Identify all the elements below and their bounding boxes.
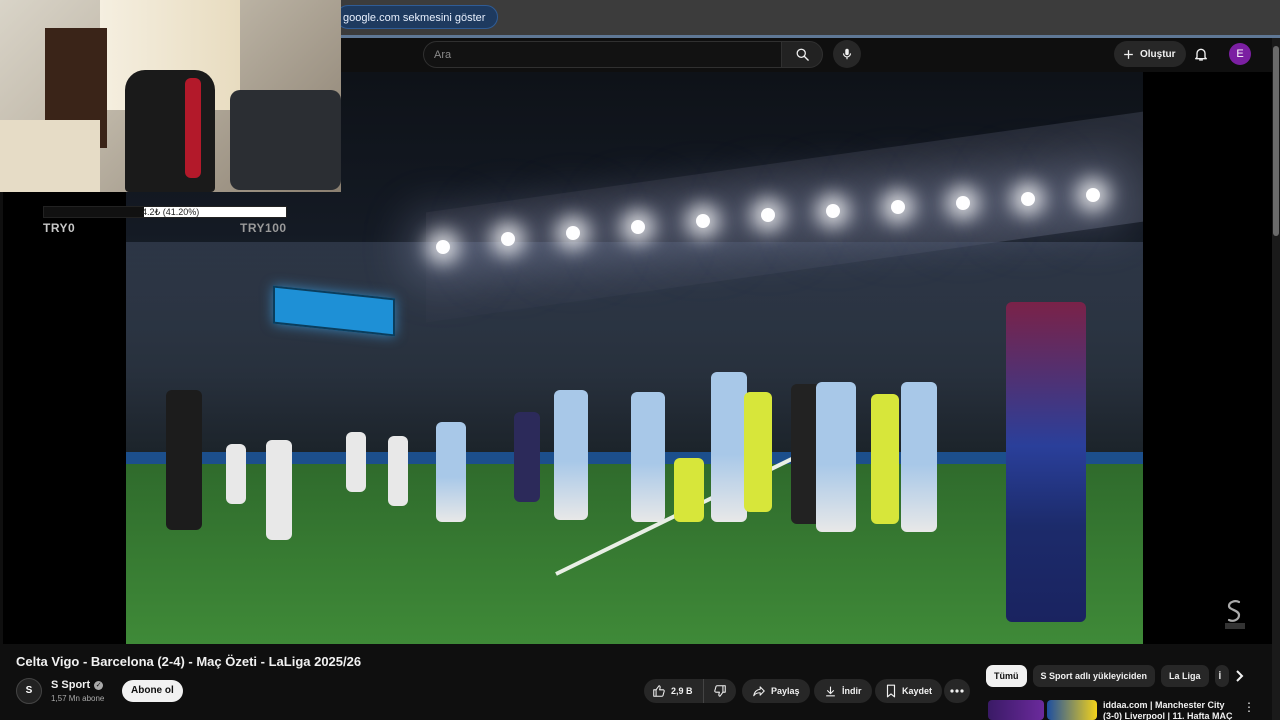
bell-icon: [1195, 48, 1207, 61]
player-figure: [436, 422, 466, 522]
search-input[interactable]: [424, 42, 781, 67]
verified-check-icon: ✓: [94, 680, 104, 690]
webcam-chair-stripe: [185, 78, 201, 178]
donation-min-label: TRY0: [43, 221, 76, 235]
player-figure: [631, 392, 665, 522]
more-actions-button[interactable]: [944, 679, 970, 703]
donation-max-label: TRY100: [240, 221, 287, 235]
donation-progress-text: 4.2₺ (41.20%): [142, 207, 200, 217]
player-figure: [166, 390, 202, 530]
save-label: Kaydet: [902, 686, 933, 696]
page-scrollbar[interactable]: [1272, 38, 1280, 720]
player-figure: [1006, 302, 1086, 622]
share-icon: [753, 686, 765, 697]
create-button[interactable]: Oluştur: [1114, 41, 1186, 67]
create-label: Oluştur: [1140, 48, 1176, 60]
share-button[interactable]: Paylaş: [742, 679, 810, 703]
download-label: İndir: [842, 686, 862, 696]
player-figure: [744, 392, 772, 512]
player-figure: [901, 382, 937, 532]
download-icon: [826, 686, 835, 696]
related-filter-chips: Tümü S Sport adlı yükleyiciden La Liga İ: [986, 665, 1229, 687]
thumbs-up-icon: [653, 685, 665, 697]
tab-switch-pill[interactable]: google.com sekmesini göster: [336, 5, 499, 29]
subscriber-count: 1,57 Mn abone: [51, 694, 105, 703]
notifications-button[interactable]: [1190, 42, 1212, 66]
voice-search-button[interactable]: [833, 40, 861, 68]
like-count: 2,9 B: [671, 686, 693, 696]
player-figure: [711, 372, 747, 522]
channel-name[interactable]: S Sport ✓: [51, 679, 104, 691]
video-title: Celta Vigo - Barcelona (2-4) - Maç Özeti…: [16, 654, 362, 669]
search-icon: [796, 48, 809, 61]
chip-partial[interactable]: İ: [1214, 665, 1229, 687]
plus-icon: [1124, 49, 1133, 59]
donation-progress-fill: [44, 207, 144, 217]
subscribe-watermark-icon[interactable]: [1220, 598, 1250, 632]
recommendation-title[interactable]: iddaa.com | Manchester City (3-0) Liverp…: [1103, 700, 1238, 720]
player-figure: [674, 458, 704, 522]
player-figure: [554, 390, 588, 520]
account-avatar[interactable]: E: [1229, 43, 1251, 65]
webcam-sofa: [230, 90, 341, 190]
webcam-gaming-chair: [125, 70, 215, 192]
player-figure: [871, 394, 899, 524]
subscribe-button[interactable]: Abone ol: [122, 680, 183, 702]
chip-la-liga[interactable]: La Liga: [1161, 665, 1209, 687]
mic-icon: [842, 48, 852, 60]
share-label: Paylaş: [771, 686, 800, 696]
chips-next-button[interactable]: [1230, 667, 1248, 685]
like-dislike-group: 2,9 B: [644, 679, 736, 703]
recommendation-more-icon[interactable]: ⋮: [1243, 701, 1255, 715]
mascot-child: [388, 436, 408, 506]
bookmark-icon: [886, 684, 896, 698]
search-button[interactable]: [781, 41, 823, 68]
mascot-child: [346, 432, 366, 492]
player-figure: [514, 412, 540, 502]
dislike-button[interactable]: [704, 679, 736, 703]
chevron-right-icon: [1236, 670, 1244, 682]
chip-from-uploader[interactable]: S Sport adlı yükleyiciden: [1032, 665, 1156, 687]
search-box: [423, 41, 781, 68]
webcam-bed: [0, 120, 100, 192]
donation-progress-bar: 4.2₺ (41.20%): [43, 206, 287, 218]
player-figure: [816, 382, 856, 532]
chip-all[interactable]: Tümü: [986, 665, 1027, 687]
mascot-child: [266, 440, 292, 540]
webcam-overlay: [0, 0, 341, 192]
floodlights: [426, 188, 1143, 282]
recommendation-channel-thumb[interactable]: [988, 700, 1044, 720]
more-horizontal-icon: [950, 689, 964, 693]
channel-name-text[interactable]: S Sport: [51, 679, 90, 691]
mascot-child: [226, 444, 246, 504]
scrollbar-thumb[interactable]: [1273, 46, 1279, 236]
save-button[interactable]: Kaydet: [875, 679, 943, 703]
thumbs-down-icon: [713, 685, 726, 697]
channel-avatar[interactable]: S: [16, 678, 42, 704]
recommendation-thumbnail[interactable]: [1047, 700, 1097, 720]
download-button[interactable]: İndir: [814, 679, 872, 703]
like-button[interactable]: 2,9 B: [644, 679, 704, 703]
